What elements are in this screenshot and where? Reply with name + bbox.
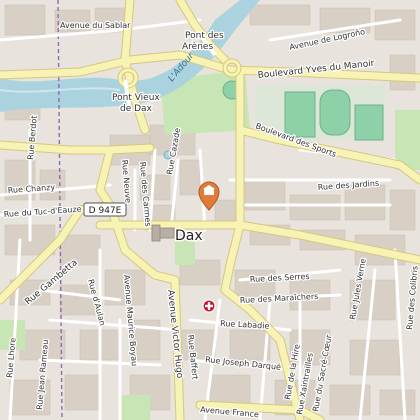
label-pont-arenes-2: Arènes xyxy=(182,41,213,52)
label-avenue-sablar: Avenue du Sablar xyxy=(60,21,131,30)
label-pont-vieux-2: de Dax xyxy=(120,104,153,114)
map-view[interactable]: D 947E Avenue du Sablar Pont des Arènes … xyxy=(0,0,420,420)
map-canvas[interactable]: D 947E Avenue du Sablar Pont des Arènes … xyxy=(0,0,420,420)
label-pont-arenes-1: Pont des xyxy=(185,31,224,41)
city-label: Dax xyxy=(175,228,203,244)
route-badge-label: D 947E xyxy=(89,206,122,216)
label-pont-vieux-1: Pont Vieux xyxy=(112,93,160,103)
hospital-icon[interactable] xyxy=(202,299,216,313)
